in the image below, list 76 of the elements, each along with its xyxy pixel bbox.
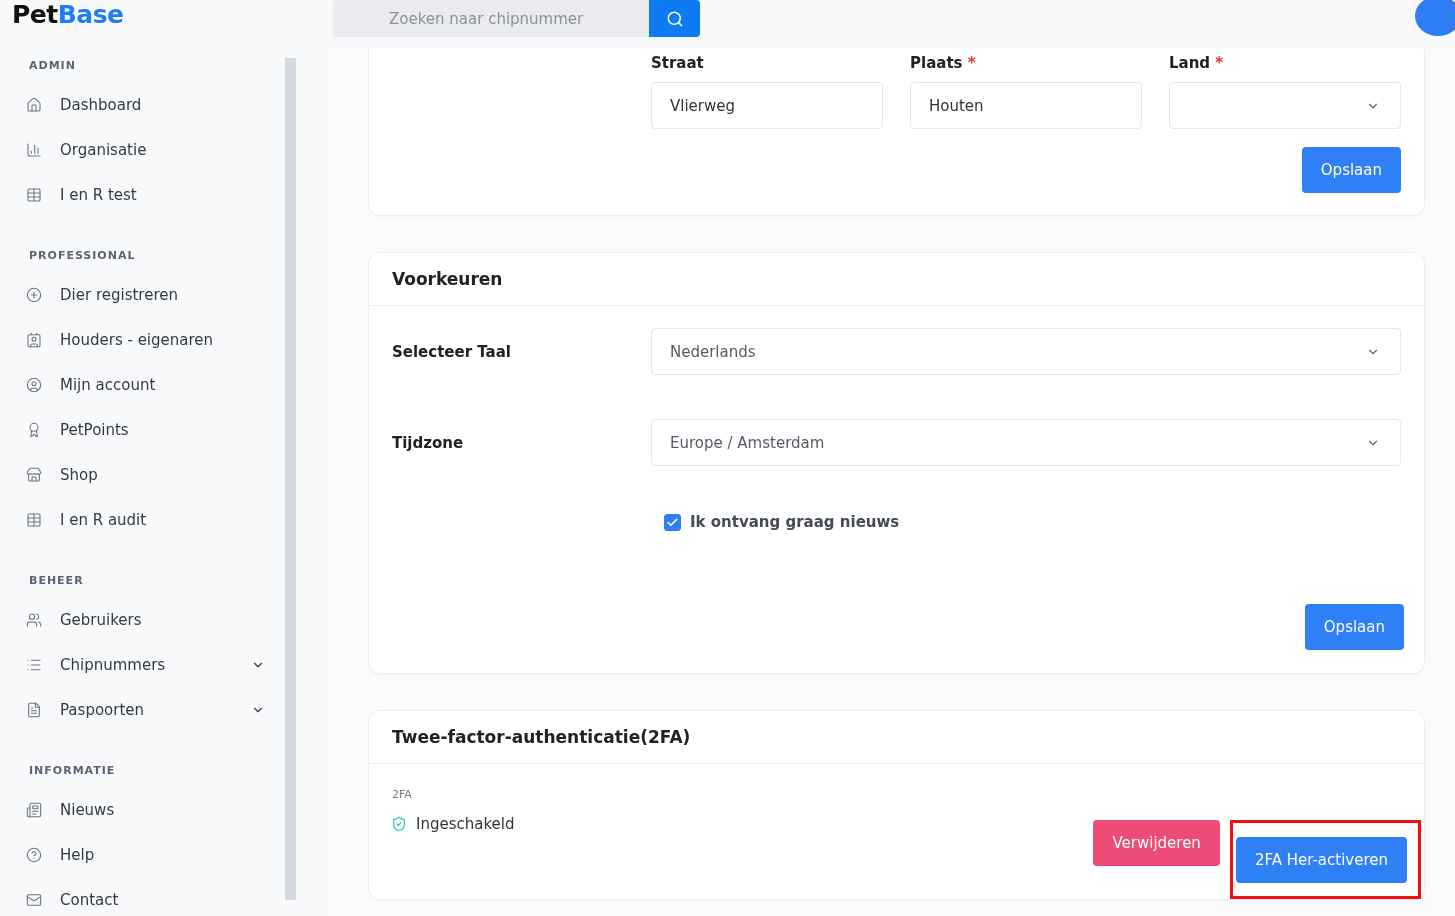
field-label: Straat bbox=[651, 54, 705, 72]
checkbox-label: Ik ontvang graag nieuws bbox=[690, 513, 900, 531]
select-field[interactable] bbox=[1169, 82, 1401, 129]
sidebar-item[interactable]: I en R audit bbox=[24, 497, 285, 542]
sidebar-item-label: Shop bbox=[60, 465, 99, 484]
sidebar-item[interactable]: PetPoints bbox=[24, 407, 285, 452]
search-icon bbox=[665, 9, 684, 28]
menu-icon bbox=[26, 141, 42, 158]
menu-icon bbox=[26, 331, 42, 348]
scrollbar[interactable] bbox=[285, 58, 296, 900]
field-label: Land * bbox=[1169, 54, 1225, 72]
save-button[interactable]: Opslaan bbox=[1304, 604, 1404, 650]
sidebar-item-label: Contact bbox=[60, 890, 120, 909]
sidebar-item-label: Help bbox=[60, 845, 96, 864]
sidebar-item-label: Nieuws bbox=[60, 800, 116, 819]
section-heading: ADMIN bbox=[29, 59, 77, 72]
sidebar-item-label: Organisatie bbox=[60, 140, 148, 159]
field-label: Tijdzone bbox=[392, 433, 465, 452]
sidebar-item-label: Dier registreren bbox=[60, 285, 179, 304]
sidebar-item[interactable]: Organisatie bbox=[24, 127, 285, 172]
sidebar-item[interactable]: Chipnummers bbox=[24, 642, 285, 687]
sidebar-item[interactable]: Contact bbox=[24, 877, 285, 916]
section-heading: BEHEER bbox=[29, 574, 85, 587]
select-field[interactable]: Nederlands bbox=[651, 328, 1401, 375]
menu-icon bbox=[26, 891, 42, 908]
search-button[interactable] bbox=[649, 0, 700, 37]
menu-icon bbox=[26, 611, 42, 628]
menu-icon bbox=[26, 701, 42, 718]
menu-icon bbox=[26, 376, 42, 393]
field-label: Selecteer Taal bbox=[392, 342, 512, 361]
checkbox[interactable] bbox=[664, 513, 681, 531]
select-field[interactable]: Europe / Amsterdam bbox=[651, 419, 1401, 466]
field-label: Plaats * bbox=[910, 54, 977, 72]
sidebar-item[interactable]: Shop bbox=[24, 452, 285, 497]
status-text: Ingeschakeld bbox=[416, 815, 515, 833]
sidebar-item-label: Mijn account bbox=[60, 375, 157, 394]
menu-icon bbox=[26, 186, 42, 203]
save-button[interactable]: Opslaan bbox=[1301, 147, 1401, 193]
sidebar-item-label: Gebruikers bbox=[60, 610, 143, 629]
menu-icon bbox=[26, 96, 42, 113]
sidebar-item[interactable]: Houders - eigenaren bbox=[24, 317, 285, 362]
sidebar-item-label: I en R audit bbox=[60, 510, 148, 529]
sidebar-item[interactable]: Dier registreren bbox=[24, 272, 285, 317]
field-caption: 2FA bbox=[392, 788, 413, 801]
sidebar-item[interactable]: Help bbox=[24, 832, 285, 877]
input-field[interactable]: Houten bbox=[910, 82, 1142, 129]
brand-logo[interactable]: PetBase bbox=[0, 0, 330, 29]
sidebar-item-label: Chipnummers bbox=[60, 655, 167, 674]
reactivate-button[interactable]: 2FA Her-activeren bbox=[1235, 837, 1407, 883]
sidebar-item-label: Paspoorten bbox=[60, 700, 146, 719]
sidebar-item[interactable]: Mijn account bbox=[24, 362, 285, 407]
card-title: Twee-factor-authenticatie(2FA) bbox=[369, 711, 1424, 764]
section-heading: INFORMATIE bbox=[29, 764, 117, 777]
input-field[interactable]: Vlierweg bbox=[651, 82, 883, 129]
sidebar-item-label: I en R test bbox=[60, 185, 138, 204]
card-title: Voorkeuren bbox=[369, 253, 1424, 306]
sidebar-item-label: PetPoints bbox=[60, 420, 130, 439]
newsletter-checkbox[interactable]: Ik ontvang graag nieuws bbox=[664, 513, 1424, 531]
menu-icon bbox=[26, 466, 42, 483]
sidebar-item[interactable]: I en R test bbox=[24, 172, 285, 217]
sidebar-item-label: Dashboard bbox=[60, 95, 143, 114]
delete-button[interactable]: Verwijderen bbox=[1093, 820, 1220, 866]
check-icon bbox=[666, 515, 679, 529]
menu-icon bbox=[26, 846, 42, 863]
sidebar-item[interactable]: Dashboard bbox=[24, 82, 285, 127]
sidebar-item-label: Houders - eigenaren bbox=[60, 330, 215, 349]
menu-icon bbox=[26, 801, 42, 818]
sidebar-item[interactable]: Nieuws bbox=[24, 787, 285, 832]
sidebar-item[interactable]: Paspoorten bbox=[24, 687, 285, 732]
menu-icon bbox=[26, 286, 42, 303]
sidebar-item[interactable]: Gebruikers bbox=[24, 597, 285, 642]
menu-icon bbox=[26, 511, 42, 528]
search-field[interactable]: Zoeken naar chipnummer bbox=[333, 0, 649, 37]
avatar[interactable] bbox=[1415, 0, 1455, 36]
section-heading: PROFESSIONAL bbox=[29, 249, 137, 262]
menu-icon bbox=[26, 421, 42, 438]
